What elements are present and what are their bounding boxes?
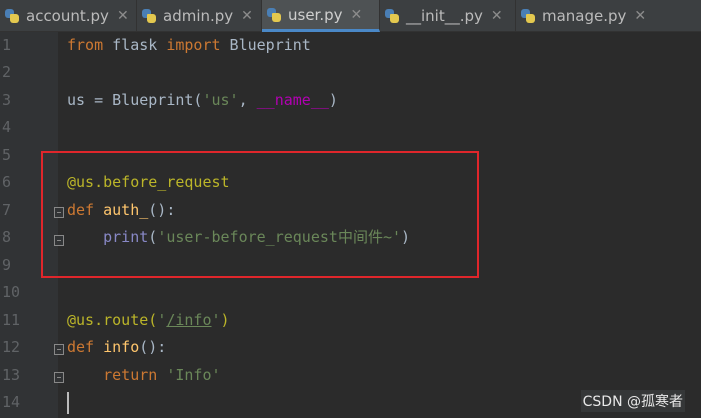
code-text: ():	[148, 201, 176, 219]
text-cursor	[67, 392, 69, 414]
tab-init-py[interactable]: __init__.py ✕	[380, 0, 516, 32]
keyword: from	[67, 36, 104, 54]
tab-label: account.py	[26, 7, 109, 25]
code-line-13: return 'Info'	[67, 362, 221, 389]
python-file-icon	[4, 8, 20, 24]
code-text: ():	[139, 338, 167, 356]
decorator: @us.route(	[67, 311, 158, 329]
close-icon[interactable]: ✕	[491, 8, 503, 24]
keyword: import	[166, 36, 221, 54]
close-icon[interactable]: ✕	[117, 8, 129, 24]
close-icon[interactable]: ✕	[634, 8, 646, 24]
keyword: def	[67, 201, 95, 219]
string-literal: 'us'	[202, 91, 239, 109]
string-literal: ~'	[382, 228, 402, 246]
line-number: 6	[2, 173, 12, 191]
string-literal: 'user-before_request	[157, 228, 338, 246]
route-path: /info	[166, 311, 212, 329]
python-file-icon	[141, 8, 157, 24]
python-file-icon	[266, 7, 282, 23]
builtin-function: print	[103, 228, 149, 246]
tab-label: manage.py	[542, 7, 627, 25]
tab-label: __init__.py	[406, 7, 483, 25]
code-text: us = Blueprint(	[67, 91, 203, 109]
keyword: return	[103, 366, 158, 384]
code-text: Blueprint	[220, 36, 311, 54]
code-text: ,	[238, 91, 257, 109]
code-line-1: from flask import Blueprint	[67, 32, 311, 59]
function-name: info	[94, 338, 140, 356]
keyword: def	[67, 338, 95, 356]
tab-label: user.py	[288, 5, 343, 24]
function-name: auth_	[94, 201, 149, 219]
python-file-icon	[520, 8, 536, 24]
code-line-7: def auth_():	[67, 197, 175, 224]
python-file-icon	[384, 8, 400, 24]
code-line-6: @us.before_request	[67, 169, 230, 196]
watermark: CSDN @孤寒者	[580, 390, 685, 412]
line-number: 4	[2, 118, 12, 136]
string-literal: 'Info'	[166, 366, 221, 384]
editor-tab-bar: account.py ✕ admin.py ✕ user.py ✕ __init…	[0, 0, 701, 32]
line-number: 1	[2, 36, 12, 54]
code-line-8: print('user-before_request中间件~')	[67, 224, 410, 251]
decorator: @us.before_request	[67, 173, 230, 191]
code-line-3: us = Blueprint('us', __name__)	[67, 87, 338, 114]
decorator: )	[220, 311, 230, 329]
line-number: 9	[2, 256, 12, 274]
code-text: )	[401, 228, 411, 246]
line-number: 10	[2, 283, 21, 301]
line-number-gutter: 1 2 3 4 5 6 7 8 9 10 11 12 13 14	[0, 32, 64, 418]
close-icon[interactable]: ✕	[241, 8, 253, 24]
string-literal: '	[211, 311, 221, 329]
line-number: 3	[2, 91, 12, 109]
code-line-11: @us.route('/info')	[67, 307, 230, 334]
string-literal: '	[157, 311, 167, 329]
dunder-name: __name__	[256, 91, 329, 109]
line-number: 14	[2, 393, 21, 411]
line-number: 12	[2, 338, 21, 356]
tab-manage-py[interactable]: manage.py ✕	[516, 0, 701, 32]
string-literal-cjk: 中间件	[337, 228, 383, 246]
tab-label: admin.py	[163, 7, 234, 25]
code-line-12: def info():	[67, 334, 166, 361]
tab-user-py[interactable]: user.py ✕	[262, 0, 380, 32]
tab-admin-py[interactable]: admin.py ✕	[137, 0, 262, 32]
close-icon[interactable]: ✕	[351, 7, 363, 23]
line-number: 13	[2, 366, 21, 384]
code-text: (	[148, 228, 158, 246]
code-text: )	[328, 91, 338, 109]
tab-account-py[interactable]: account.py ✕	[0, 0, 137, 32]
line-number: 5	[2, 146, 12, 164]
code-editor[interactable]: from flask import Blueprint us = Bluepri…	[58, 32, 701, 418]
line-number: 7	[2, 201, 12, 219]
line-number: 8	[2, 228, 12, 246]
line-number: 2	[2, 63, 12, 81]
code-text: flask	[103, 36, 167, 54]
line-number: 11	[2, 311, 21, 329]
